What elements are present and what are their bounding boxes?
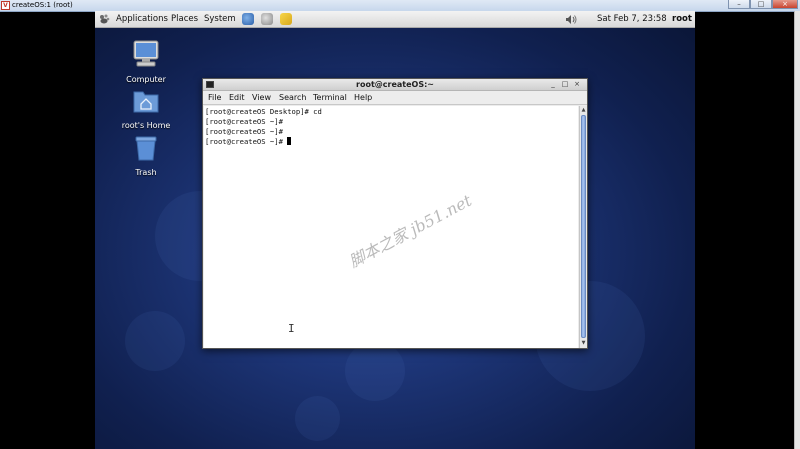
menu-help[interactable]: Help	[354, 91, 372, 104]
menu-search[interactable]: Search	[279, 91, 306, 104]
terminal-scrollbar[interactable]: ▲ ▼	[579, 106, 587, 348]
mail-icon[interactable]	[261, 13, 273, 25]
viewer-app-icon: V	[1, 1, 10, 10]
minimize-button[interactable]: _	[548, 79, 558, 90]
desktop-icon-label: root's Home	[121, 121, 171, 130]
applications-menu[interactable]: Applications	[116, 11, 168, 27]
panel-user[interactable]: root	[672, 11, 692, 27]
terminal-line: [root@createOS ~]#	[205, 127, 283, 136]
close-button[interactable]: ×	[572, 79, 582, 90]
terminal-menubar: File Edit View Search Terminal Help	[203, 91, 587, 105]
scroll-down-arrow-icon[interactable]: ▼	[580, 339, 587, 347]
watermark: 脚本之家 jb51.net	[345, 190, 475, 272]
browser-icon[interactable]	[242, 13, 254, 25]
terminal-title-bar[interactable]: root@createOS:~ _ □ ×	[203, 79, 587, 91]
panel-clock[interactable]: Sat Feb 7, 23:58	[597, 11, 667, 27]
gnome-foot-icon[interactable]	[99, 14, 110, 24]
places-menu[interactable]: Places	[171, 11, 198, 27]
desktop-icon-label: Computer	[126, 75, 166, 84]
scrollbar-thumb[interactable]	[581, 115, 586, 338]
scroll-up-arrow-icon[interactable]: ▲	[580, 106, 587, 114]
terminal-line: [root@createOS ~]#	[205, 117, 283, 126]
system-menu[interactable]: System	[204, 11, 236, 27]
wallpaper-bubble	[345, 341, 405, 401]
viewer-close-button[interactable]: ×	[772, 0, 798, 9]
viewer-scrollbar[interactable]	[794, 11, 800, 449]
computer-icon	[133, 40, 159, 67]
terminal-title: root@createOS:~	[356, 80, 434, 89]
viewer-minimize-button[interactable]: –	[728, 0, 750, 9]
home-folder-icon	[133, 91, 159, 113]
mouse-ibeam-cursor: I	[288, 322, 295, 335]
top-panel: Applications Places System Sat Feb 7, 23…	[95, 11, 695, 28]
text-cursor	[287, 137, 292, 145]
desktop-icon-label: Trash	[135, 168, 157, 177]
terminal-prompt-line: [root@createOS ~]#	[205, 137, 292, 146]
notes-icon[interactable]	[280, 13, 292, 25]
guest-desktop: Applications Places System Sat Feb 7, 23…	[95, 11, 695, 449]
viewer-title: createOS:1 (root)	[12, 1, 73, 9]
terminal-window[interactable]: root@createOS:~ _ □ × File Edit View Sea…	[202, 78, 588, 349]
speaker-icon[interactable]	[565, 14, 577, 25]
terminal-line: [root@createOS ~]#	[205, 137, 288, 146]
menu-view[interactable]: View	[252, 91, 271, 104]
menu-file[interactable]: File	[208, 91, 221, 104]
desktop-icon-computer[interactable]: Computer	[111, 39, 181, 84]
trash-icon	[135, 136, 157, 161]
menu-terminal[interactable]: Terminal	[313, 91, 347, 104]
terminal-output[interactable]: [root@createOS Desktop]# cd [root@create…	[204, 106, 578, 348]
wallpaper-bubble	[295, 396, 340, 441]
wallpaper-bubble	[125, 311, 185, 371]
menu-edit[interactable]: Edit	[229, 91, 245, 104]
maximize-button[interactable]: □	[560, 79, 570, 90]
desktop-icon-trash[interactable]: Trash	[111, 134, 181, 177]
viewer-maximize-button[interactable]: □	[750, 0, 772, 9]
terminal-line: [root@createOS Desktop]# cd	[205, 107, 322, 116]
desktop-icon-home[interactable]: root's Home	[111, 87, 181, 130]
